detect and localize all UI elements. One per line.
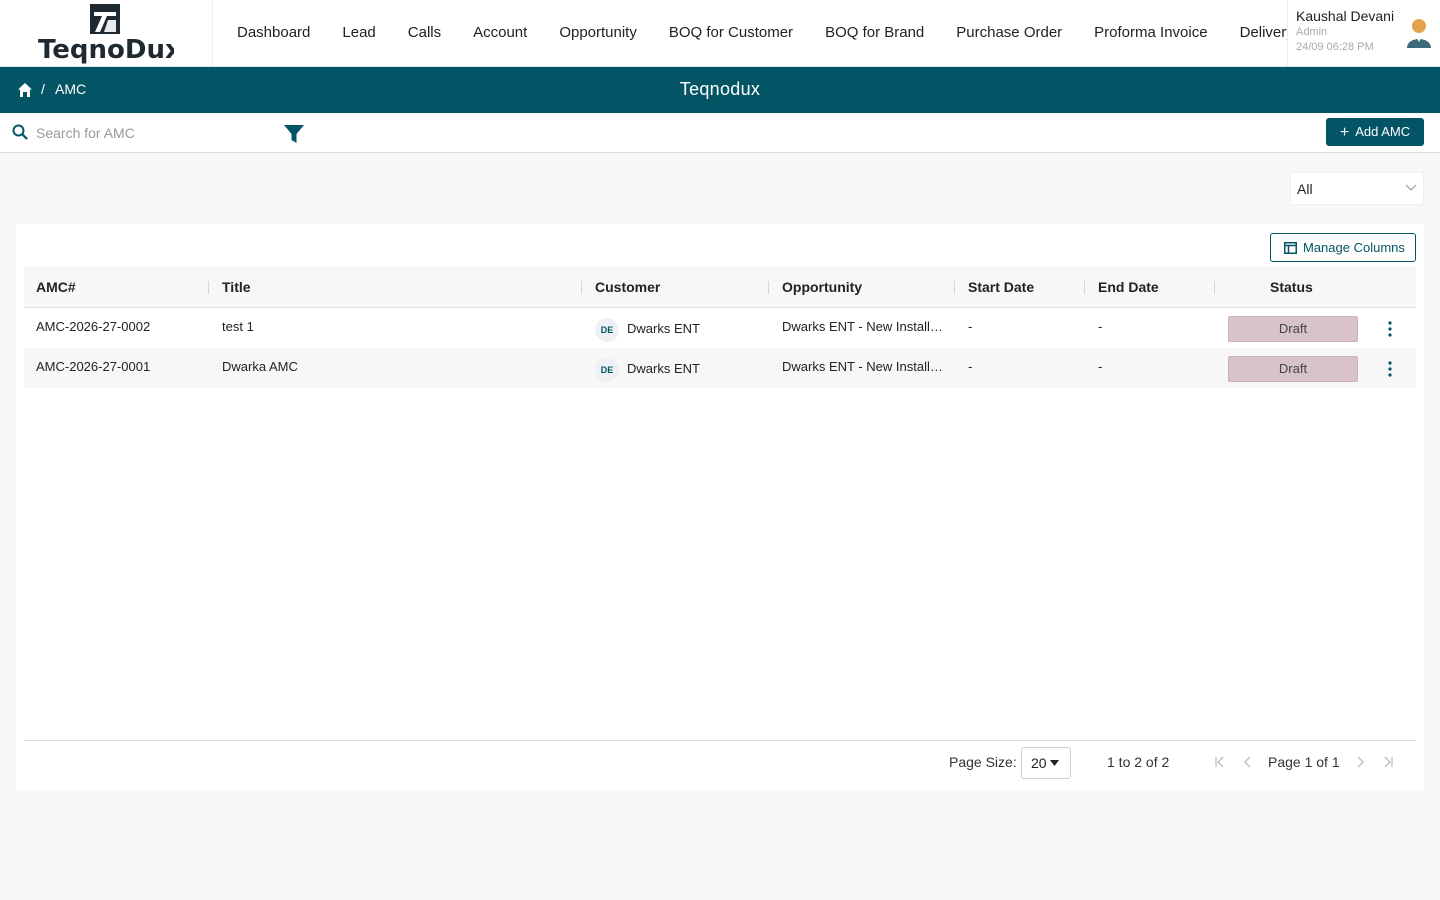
column-resize-handle[interactable] xyxy=(1214,281,1215,294)
brand-logo[interactable]: TeqnoDux xyxy=(0,0,213,66)
page-size-label: Page Size: xyxy=(949,754,1017,770)
add-amc-button[interactable]: + Add AMC xyxy=(1326,118,1424,146)
cell-title: Dwarka AMC xyxy=(222,359,298,374)
previous-page-icon[interactable] xyxy=(1241,755,1255,769)
status-badge: Draft xyxy=(1228,356,1358,382)
columns-icon xyxy=(1284,242,1297,254)
customer-avatar: DE xyxy=(595,318,619,342)
cell-title: test 1 xyxy=(222,319,254,334)
manage-columns-label: Manage Columns xyxy=(1303,240,1405,255)
logo-text: TeqnoDux xyxy=(38,35,174,64)
row-range-summary: 1 to 2 of 2 xyxy=(1107,754,1170,770)
toolbar: + Add AMC xyxy=(0,113,1440,153)
cell-opportunity[interactable]: Dwarks ENT - New Installation xyxy=(782,308,944,348)
top-navbar: TeqnoDux Dashboard Lead Calls Account Opport… xyxy=(0,0,1440,67)
column-resize-handle[interactable] xyxy=(954,281,955,294)
nav-calls[interactable]: Calls xyxy=(392,0,457,66)
table-row[interactable]: AMC-2026-27-0002 test 1 DE Dwarks ENT Dw… xyxy=(24,308,1416,348)
user-name: Kaushal Devani xyxy=(1296,8,1395,24)
main-menu: Dashboard Lead Calls Account Opportunity BOQ … xyxy=(213,0,1287,66)
page-size-value: 20 xyxy=(1031,755,1047,771)
nav-proforma-invoice[interactable]: Proforma Invoice xyxy=(1078,0,1223,66)
avatar-icon xyxy=(1407,19,1431,48)
cell-end-date: - xyxy=(1098,319,1103,334)
nav-account[interactable]: Account xyxy=(457,0,543,66)
last-page-icon[interactable] xyxy=(1381,755,1395,769)
nav-delivery[interactable]: Delivery xyxy=(1224,0,1287,66)
header-end-date[interactable]: End Date xyxy=(1098,267,1159,307)
search-icon xyxy=(12,124,28,140)
column-resize-handle[interactable] xyxy=(1084,281,1085,294)
add-amc-label: Add AMC xyxy=(1355,124,1411,139)
status-badge: Draft xyxy=(1228,316,1358,342)
user-role: Admin xyxy=(1296,26,1328,38)
nav-purchase-order[interactable]: Purchase Order xyxy=(940,0,1078,66)
next-page-icon[interactable] xyxy=(1353,755,1367,769)
column-resize-handle[interactable] xyxy=(768,281,769,294)
page-size-select[interactable]: 20 xyxy=(1021,747,1071,779)
table-row[interactable]: AMC-2026-27-0001 Dwarka AMC DE Dwarks EN… xyxy=(24,348,1416,388)
nav-dashboard[interactable]: Dashboard xyxy=(213,0,326,66)
header-customer[interactable]: Customer xyxy=(595,267,660,307)
cell-start-date: - xyxy=(968,359,973,374)
status-filter-select[interactable]: All xyxy=(1290,172,1424,205)
manage-columns-button[interactable]: Manage Columns xyxy=(1270,233,1416,262)
user-login-time: 24/09 06:28 PM xyxy=(1296,41,1374,53)
page-title: Teqnodux xyxy=(679,79,761,99)
nav-lead[interactable]: Lead xyxy=(326,0,391,66)
first-page-icon[interactable] xyxy=(1213,755,1227,769)
header-amc-number[interactable]: AMC# xyxy=(36,267,76,307)
nav-opportunity[interactable]: Opportunity xyxy=(543,0,653,66)
customer-avatar: DE xyxy=(595,358,619,382)
nav-boq-customer[interactable]: BOQ for Customer xyxy=(653,0,809,66)
cell-start-date: - xyxy=(968,319,973,334)
search-input[interactable] xyxy=(36,121,276,145)
cell-opportunity[interactable]: Dwarks ENT - New Installation xyxy=(782,348,944,388)
amc-table-card: Manage Columns AMC# Title Customer Oppor… xyxy=(16,224,1424,790)
page-indicator: Page 1 of 1 xyxy=(1268,754,1340,770)
user-profile[interactable]: Kaushal Devani Admin 24/09 06:28 PM xyxy=(1287,0,1440,66)
header-start-date[interactable]: Start Date xyxy=(968,267,1034,307)
chevron-down-icon xyxy=(1405,184,1417,191)
plus-icon: + xyxy=(1339,124,1350,141)
header-title[interactable]: Title xyxy=(222,267,251,307)
caret-down-icon xyxy=(1050,760,1059,766)
status-filter-value: All xyxy=(1297,181,1313,197)
header-status[interactable]: Status xyxy=(1270,267,1313,307)
cell-customer[interactable]: Dwarks ENT xyxy=(627,310,757,350)
teqnodux-logo-icon: TeqnoDux xyxy=(38,4,174,64)
filter-icon[interactable] xyxy=(283,124,305,144)
more-options-icon[interactable] xyxy=(1387,321,1393,337)
cell-end-date: - xyxy=(1098,359,1103,374)
breadcrumb-bar: / AMC Teqnodux xyxy=(0,67,1440,113)
more-options-icon[interactable] xyxy=(1387,361,1393,377)
table-header: AMC# Title Customer Opportunity Start Da… xyxy=(24,267,1416,308)
cell-customer[interactable]: Dwarks ENT xyxy=(627,350,757,390)
column-resize-handle[interactable] xyxy=(581,281,582,294)
pagination-bar: Page Size: 20 1 to 2 of 2 Page 1 of 1 xyxy=(24,740,1416,784)
cell-amc-number[interactable]: AMC-2026-27-0001 xyxy=(36,348,206,388)
nav-boq-brand[interactable]: BOQ for Brand xyxy=(809,0,940,66)
cell-amc-number[interactable]: AMC-2026-27-0002 xyxy=(36,308,206,348)
column-resize-handle[interactable] xyxy=(208,281,209,294)
header-opportunity[interactable]: Opportunity xyxy=(782,267,862,307)
